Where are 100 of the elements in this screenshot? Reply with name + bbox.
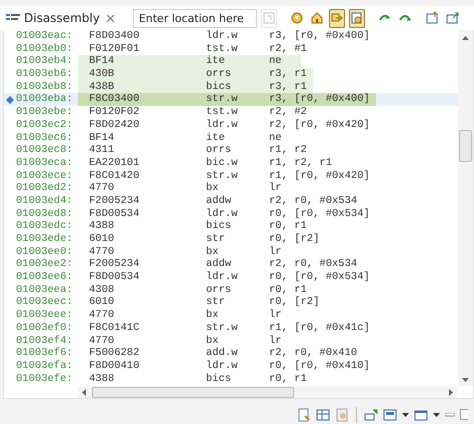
address-text: 01003eba:	[16, 93, 74, 106]
opcode-text: 438B	[89, 80, 116, 94]
operands-text: r3, [r0, #0x400]	[269, 30, 370, 43]
mnemonic-text: add.w	[206, 347, 239, 360]
minimize-icon[interactable]	[445, 412, 455, 416]
mnemonic-text: bx	[206, 182, 220, 195]
operands-text: r0, [r0, #0x534]	[269, 271, 370, 284]
opcode-text: BF14	[89, 55, 116, 68]
address-text: 01003ece:	[16, 170, 74, 182]
address-text: 01003ef4:	[16, 334, 74, 347]
address-text: 01003ec2:	[16, 118, 74, 132]
address-text: 01003ef0:	[16, 322, 74, 334]
address-text: 01003ebe:	[16, 106, 74, 119]
operands-text: r0, [r0, #0x534]	[269, 208, 370, 220]
horizontal-scrollbar[interactable]	[78, 386, 457, 398]
scroll-thumb[interactable]	[92, 386, 294, 398]
mnemonic-text: str	[206, 233, 226, 246]
mnemonic-text: ldr.w	[206, 208, 239, 220]
opcode-text: F2005234	[89, 194, 140, 208]
address-text: 01003eb6:	[16, 68, 74, 81]
mnemonic-text: bics	[206, 220, 232, 233]
mnemonic-text: ite	[206, 132, 226, 144]
operands-text: r1, r2	[269, 144, 307, 157]
operands-text: r2, r0, #0x410	[269, 347, 358, 360]
operands-text: r2, #1	[269, 42, 307, 56]
operands-text: r0, [r2]	[269, 296, 320, 309]
address-text: 01003eec:	[16, 296, 74, 310]
monitor-icon[interactable]	[383, 408, 397, 422]
address-text: 01003eea:	[16, 284, 74, 296]
opcode-text: 4770	[89, 334, 116, 348]
address-text: 01003eac:	[16, 30, 74, 43]
mnemonic-text: orrs	[206, 144, 232, 157]
opcode-text: 4388	[89, 220, 116, 233]
link-icon[interactable]	[328, 8, 345, 28]
address-text: 01003eb4:	[16, 55, 74, 68]
opcode-text: 4770	[89, 246, 116, 258]
opcode-text: F8D00534	[89, 271, 140, 284]
window-icon[interactable]	[414, 408, 428, 422]
operands-text: r1, [r0, #0x420]	[269, 170, 370, 182]
address-text: 01003ee6:	[16, 271, 74, 284]
mnemonic-text: str	[206, 296, 226, 309]
maximize-icon[interactable]	[460, 409, 468, 420]
opcode-text: 6010	[89, 233, 116, 246]
address-text: 01003eca:	[16, 156, 74, 170]
mnemonic-text: bics	[206, 372, 232, 386]
opcode-text: 4770	[89, 182, 116, 195]
address-text: 01003eb0:	[16, 42, 74, 55]
address-text: 01003edc:	[16, 220, 74, 233]
mnemonic-text: ldr.w	[206, 271, 239, 284]
operands-text: lr	[269, 182, 282, 195]
address-text: 01003ed2:	[16, 182, 74, 195]
mnemonic-text: bx	[206, 309, 220, 322]
operands-text: r3, r1	[269, 68, 307, 81]
mnemonic-text: tst.w	[206, 42, 239, 55]
opcode-text: BF14	[89, 132, 116, 144]
down-arrow-icon[interactable]	[462, 378, 469, 382]
mnemonic-text: bics	[206, 80, 232, 94]
opcode-text: 4770	[89, 309, 116, 322]
address-text: 01003ee2:	[16, 258, 74, 272]
mnemonic-text: orrs	[206, 68, 232, 81]
opcode-text: 430B	[89, 68, 116, 81]
mnemonic-text: addw	[206, 194, 232, 208]
up-arrow-icon[interactable]	[462, 36, 469, 40]
address-text: 01003ec8:	[16, 144, 74, 157]
caret-icon[interactable]	[433, 412, 440, 416]
opcode-text: F5006282	[89, 347, 140, 360]
document-icon[interactable]	[297, 408, 311, 422]
table-icon[interactable]	[316, 408, 330, 422]
location-field[interactable]: Enter location here	[132, 8, 257, 28]
left-arrow-icon[interactable]	[82, 388, 86, 396]
close-icon[interactable]	[106, 14, 115, 22]
operands-text: r1, [r0, #0x41c]	[269, 322, 370, 334]
operands-text: lr	[269, 246, 282, 258]
operands-text: r0, r1	[269, 372, 307, 386]
caret-icon[interactable]	[402, 412, 409, 416]
address-text: 01003eee:	[16, 309, 74, 322]
mnemonic-text: ldr.w	[206, 360, 239, 373]
operands-text: ne	[269, 55, 282, 68]
opcode-text: 4308	[89, 284, 116, 296]
mnemonic-text: orrs	[206, 284, 232, 296]
mnemonic-text: bx	[206, 334, 220, 347]
operands-text: r0, r1	[269, 284, 307, 296]
mnemonic-text: tst.w	[206, 106, 239, 119]
opcode-text: F8D00410	[89, 360, 140, 373]
mnemonic-text: str.w	[206, 93, 239, 106]
right-arrow-icon[interactable]	[449, 388, 453, 396]
opcode-text: F8D00534	[89, 208, 140, 220]
scroll-thumb[interactable]	[459, 130, 472, 162]
opcode-text: 6010	[89, 296, 116, 310]
mnemonic-text: str.w	[206, 322, 239, 334]
opcode-text: 4311	[89, 144, 116, 157]
address-text: 01003ee0:	[16, 246, 74, 258]
mnemonic-text: bx	[206, 246, 220, 258]
vertical-scrollbar[interactable]	[458, 30, 473, 386]
operands-text: lr	[269, 309, 282, 322]
operands-text: ne	[269, 132, 282, 144]
opcode-text: EA220101	[89, 156, 140, 170]
mnemonic-text: ldr.w	[206, 118, 239, 132]
mnemonic-text: str.w	[206, 170, 239, 182]
operands-text: r2, #2	[269, 106, 307, 119]
